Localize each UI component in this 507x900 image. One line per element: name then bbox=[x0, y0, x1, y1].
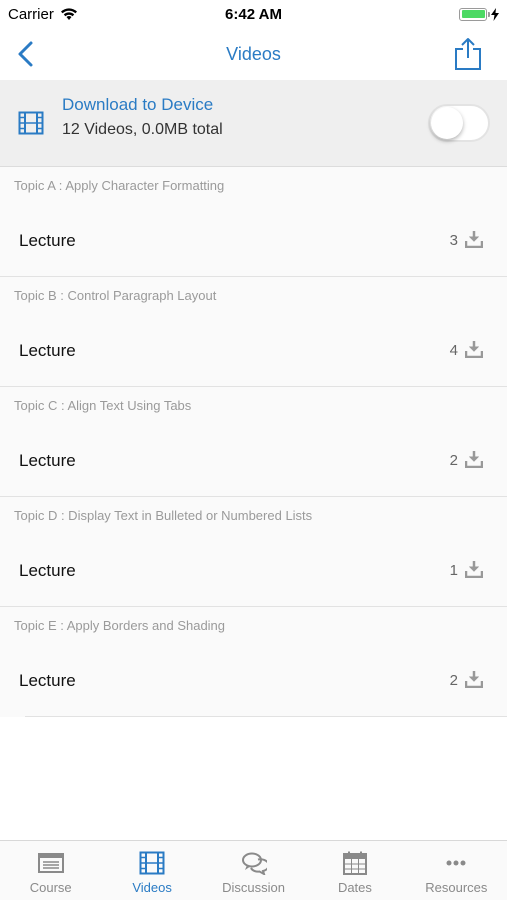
back-button[interactable] bbox=[12, 38, 40, 70]
download-icon[interactable] bbox=[465, 670, 483, 688]
lecture-row[interactable]: Lecture 2 bbox=[0, 431, 507, 489]
chat-bubbles-icon bbox=[241, 852, 267, 875]
tab-course[interactable]: Course bbox=[0, 841, 101, 900]
section-header: Topic A : Apply Character Formatting bbox=[14, 178, 225, 193]
battery-icon bbox=[459, 7, 490, 21]
lecture-row[interactable]: Lecture 2 bbox=[0, 651, 507, 709]
download-icon[interactable] bbox=[465, 230, 483, 248]
download-summary: 12 Videos, 0.0MB total bbox=[62, 121, 223, 138]
section-header: Topic B : Control Paragraph Layout bbox=[14, 288, 217, 303]
film-icon bbox=[139, 851, 165, 875]
tab-label: Dates bbox=[337, 880, 372, 895]
list-divider bbox=[25, 716, 507, 717]
page-title: Videos bbox=[226, 43, 281, 64]
video-count: 1 bbox=[449, 562, 458, 579]
tab-label: Course bbox=[29, 880, 72, 895]
download-icon[interactable] bbox=[465, 450, 483, 468]
tab-label: Resources bbox=[425, 880, 488, 895]
download-toggle[interactable] bbox=[428, 104, 490, 142]
lecture-row[interactable]: Lecture 1 bbox=[0, 541, 507, 599]
lecture-label: Lecture bbox=[19, 231, 76, 250]
download-icon[interactable] bbox=[465, 560, 483, 578]
section-topic-e: Topic E : Apply Borders and Shading Lect… bbox=[0, 607, 507, 717]
nav-bar: Videos bbox=[0, 28, 507, 80]
status-right bbox=[459, 7, 499, 21]
carrier-label: Carrier bbox=[8, 5, 54, 23]
tab-resources[interactable]: Resources bbox=[406, 841, 507, 900]
calendar-icon bbox=[342, 851, 367, 875]
tab-dates[interactable]: Dates bbox=[304, 841, 405, 900]
share-button[interactable] bbox=[453, 36, 483, 72]
course-icon bbox=[37, 853, 64, 873]
more-dots-icon bbox=[446, 860, 466, 866]
status-left: Carrier bbox=[8, 6, 78, 23]
toggle-knob bbox=[431, 107, 463, 139]
lecture-label: Lecture bbox=[19, 561, 76, 580]
download-title: Download to Device bbox=[62, 95, 214, 114]
section-header: Topic C : Align Text Using Tabs bbox=[14, 398, 192, 413]
section-topic-d: Topic D : Display Text in Bulleted or Nu… bbox=[0, 497, 507, 607]
lecture-label: Lecture bbox=[19, 341, 76, 360]
video-count: 3 bbox=[449, 232, 458, 249]
video-count: 2 bbox=[449, 452, 458, 469]
section-header: Topic E : Apply Borders and Shading bbox=[14, 618, 226, 633]
tab-bar: Course Videos Discussion Dates Resources bbox=[0, 840, 507, 900]
video-count: 2 bbox=[449, 672, 458, 689]
lecture-row[interactable]: Lecture 4 bbox=[0, 321, 507, 379]
video-section-list: Topic A : Apply Character Formatting Lec… bbox=[0, 167, 507, 717]
download-icon[interactable] bbox=[465, 340, 483, 358]
section-header: Topic D : Display Text in Bulleted or Nu… bbox=[14, 508, 313, 523]
lecture-label: Lecture bbox=[19, 671, 76, 690]
lecture-row[interactable]: Lecture 3 bbox=[0, 211, 507, 269]
tab-label: Videos bbox=[132, 880, 172, 895]
status-bar: Carrier 6:42 AM bbox=[0, 0, 507, 28]
wifi-icon bbox=[60, 8, 77, 20]
charging-bolt-icon bbox=[491, 7, 499, 21]
section-topic-a: Topic A : Apply Character Formatting Lec… bbox=[0, 167, 507, 277]
section-topic-b: Topic B : Control Paragraph Layout Lectu… bbox=[0, 277, 507, 387]
tab-discussion[interactable]: Discussion bbox=[203, 841, 304, 900]
video-count: 4 bbox=[449, 342, 458, 359]
lecture-label: Lecture bbox=[19, 451, 76, 470]
tab-videos[interactable]: Videos bbox=[101, 841, 202, 900]
section-topic-c: Topic C : Align Text Using Tabs Lecture … bbox=[0, 387, 507, 497]
film-icon bbox=[18, 111, 44, 135]
download-panel: Download to Device 12 Videos, 0.0MB tota… bbox=[0, 80, 507, 167]
tab-label: Discussion bbox=[222, 880, 285, 895]
